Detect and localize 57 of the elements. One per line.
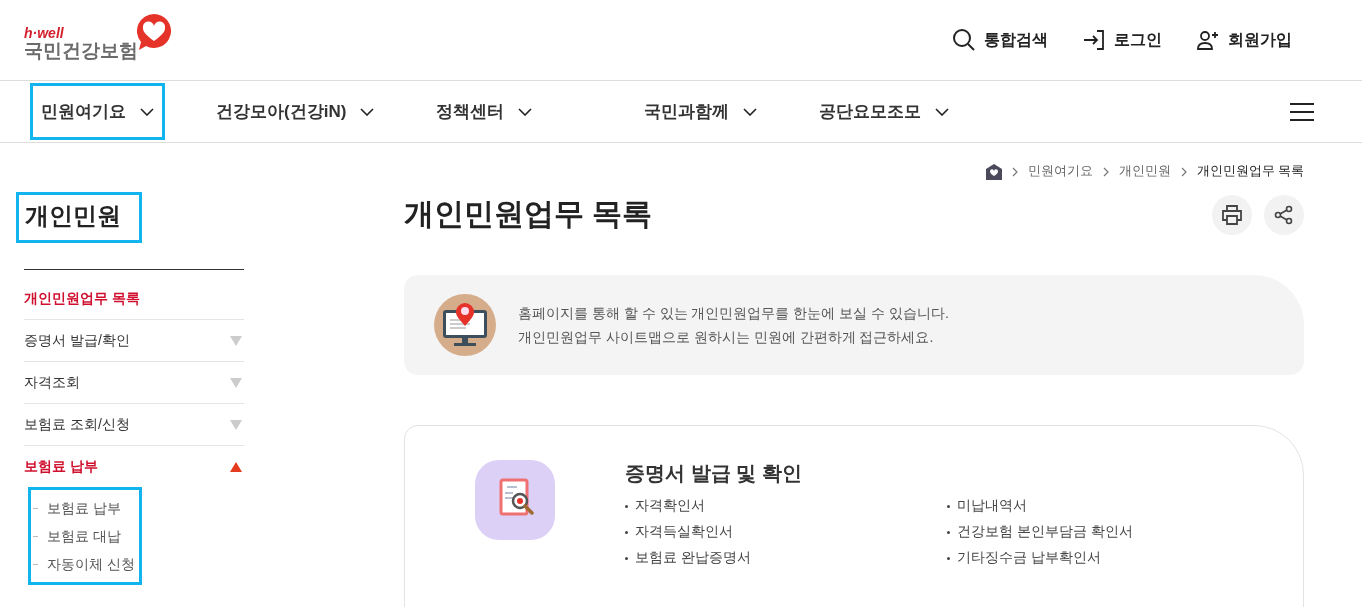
sidebar-item[interactable]: 개인민원업무 목록 bbox=[24, 278, 244, 320]
menu-icon[interactable] bbox=[1290, 102, 1314, 121]
submenu-item[interactable]: 자동이체 신청 bbox=[31, 550, 139, 578]
chevron-down-icon bbox=[743, 107, 758, 116]
service-link[interactable]: 자격득실확인서 bbox=[635, 523, 733, 541]
service-link[interactable]: 기타징수금 납부확인서 bbox=[957, 549, 1101, 567]
chevron-right-icon bbox=[1102, 166, 1109, 177]
login-link[interactable]: 로그인 bbox=[1082, 28, 1162, 52]
nav-menu-item[interactable]: 민원여기요 bbox=[30, 83, 165, 140]
page-title: 개인민원업무 목록 bbox=[404, 196, 653, 232]
home-icon[interactable] bbox=[985, 163, 1002, 180]
service-link[interactable]: 보험료 완납증명서 bbox=[635, 549, 751, 567]
sidebar-item[interactable]: 보험료 조회/신청 bbox=[24, 404, 244, 446]
share-icon bbox=[1274, 204, 1294, 225]
nav-menu-item[interactable]: 정책센터 bbox=[425, 83, 544, 140]
chevron-down-icon bbox=[935, 107, 950, 116]
logo-tagline: h·well bbox=[24, 26, 65, 40]
add-user-icon bbox=[1196, 28, 1220, 52]
nav-menu-item[interactable]: 공단요모조모 bbox=[808, 83, 961, 140]
chevron-right-icon bbox=[1180, 166, 1187, 177]
logo[interactable]: h·well 국민건강보험 bbox=[24, 12, 174, 60]
search-icon bbox=[952, 28, 976, 52]
signup-link[interactable]: 회원가입 bbox=[1196, 28, 1292, 52]
document-magnifier-icon bbox=[475, 460, 555, 540]
monitor-pin-icon bbox=[434, 294, 496, 356]
triangle-down-icon bbox=[230, 377, 242, 388]
print-icon bbox=[1221, 203, 1243, 226]
chevron-down-icon bbox=[140, 107, 154, 116]
sidebar-item[interactable]: 증명서 발급/확인 bbox=[24, 320, 244, 362]
info-text: 홈페이지를 통해 할 수 있는 개인민원업무를 한눈에 보실 수 있습니다. bbox=[518, 304, 949, 323]
service-link[interactable]: 미납내역서 bbox=[957, 497, 1027, 515]
sidebar-item[interactable]: 자격조회 bbox=[24, 362, 244, 404]
submenu-item[interactable]: 보험료 납부 bbox=[31, 494, 139, 522]
chevron-right-icon bbox=[1011, 166, 1018, 177]
breadcrumb-link[interactable]: 개인민원 bbox=[1118, 163, 1171, 180]
nav-menu-item[interactable]: 건강모아(건강iN) bbox=[205, 83, 386, 140]
triangle-down-icon bbox=[230, 419, 242, 430]
chevron-down-icon bbox=[518, 107, 533, 116]
login-icon bbox=[1082, 28, 1106, 52]
logo-name: 국민건강보험 bbox=[24, 41, 138, 60]
print-button[interactable] bbox=[1212, 194, 1252, 235]
breadcrumb-link[interactable]: 민원여기요 bbox=[1027, 163, 1093, 180]
submenu-item[interactable]: 보험료 대납 bbox=[31, 522, 139, 550]
service-link[interactable]: 건강보험 본인부담금 확인서 bbox=[957, 523, 1133, 541]
search-link[interactable]: 통합검색 bbox=[952, 28, 1048, 52]
share-button[interactable] bbox=[1264, 194, 1304, 235]
info-text: 개인민원업무 사이트맵으로 원하시는 민원에 간편하게 접근하세요. bbox=[518, 328, 935, 347]
sidebar-title: 개인민원 bbox=[16, 192, 142, 243]
chevron-down-icon bbox=[360, 107, 375, 116]
nav-menu-item[interactable]: 국민과함께 bbox=[633, 83, 769, 140]
sidebar-item[interactable]: 보험료 납부 bbox=[24, 446, 244, 487]
heart-bubble-icon bbox=[134, 12, 174, 52]
breadcrumb-link[interactable]: 개인민원업무 목록 bbox=[1196, 163, 1304, 180]
section-title: 증명서 발급 및 확인 bbox=[625, 461, 803, 486]
service-link[interactable]: 자격확인서 bbox=[635, 497, 705, 515]
triangle-up-icon bbox=[230, 461, 242, 472]
triangle-down-icon bbox=[230, 335, 242, 346]
